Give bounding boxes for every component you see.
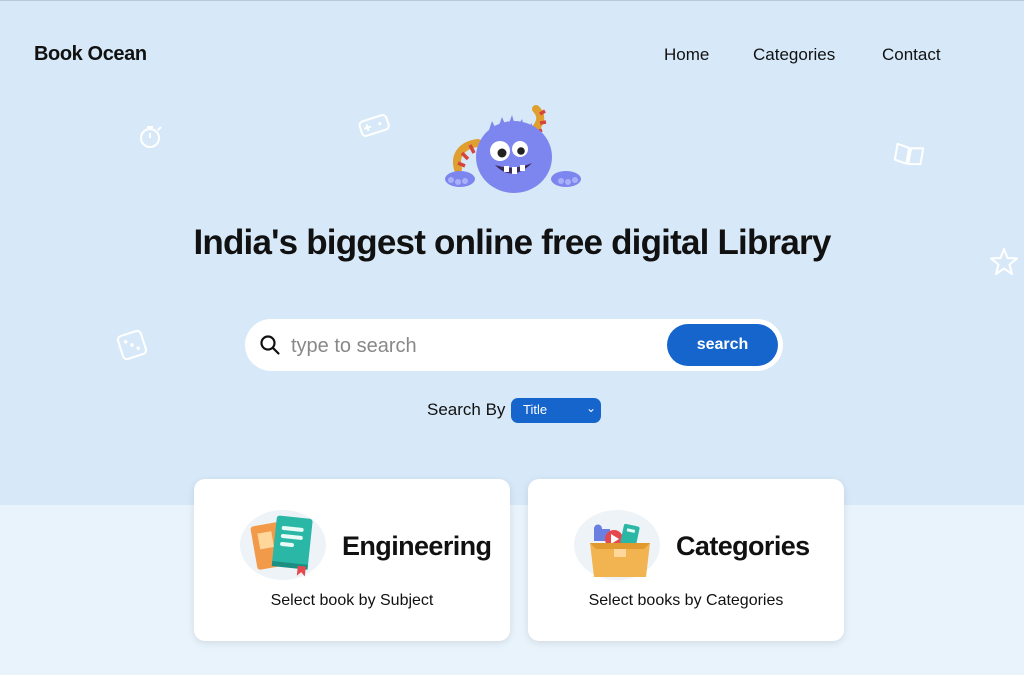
brand-logo[interactable]: Book Ocean: [34, 43, 147, 66]
nav-contact[interactable]: Contact: [882, 45, 941, 65]
gamepad-icon: [358, 114, 390, 137]
search-by-label: Search By: [427, 400, 506, 419]
nav-home[interactable]: Home: [664, 45, 709, 65]
card-engineering[interactable]: Engineering Select book by Subject: [194, 479, 510, 641]
monster-mascot-icon: [445, 105, 581, 193]
search-button[interactable]: search: [667, 324, 778, 366]
books-icon: [250, 515, 313, 577]
stopwatch-icon: [140, 126, 162, 148]
search-bar: search: [245, 319, 783, 371]
card-title: Engineering: [342, 531, 492, 561]
search-input[interactable]: [289, 331, 653, 361]
search-by-selected-value: Title: [523, 402, 548, 417]
card-subtitle: Select books by Categories: [588, 592, 784, 609]
nav-categories[interactable]: Categories: [753, 45, 835, 65]
hero-section: Book Ocean Home Categories Contact India…: [0, 0, 1024, 505]
card-categories[interactable]: Categories Select books by Categories: [528, 479, 844, 641]
search-icon: [260, 335, 280, 355]
page-headline: India's biggest online free digital Libr…: [193, 223, 831, 262]
open-book-icon: [893, 142, 925, 166]
dice-icon: [116, 329, 148, 361]
search-by-select[interactable]: Title ⌄: [511, 398, 601, 423]
card-subtitle: Select book by Subject: [270, 592, 434, 609]
chevron-down-icon: ⌄: [585, 401, 596, 415]
category-box-icon: [590, 523, 650, 577]
card-title: Categories: [676, 531, 810, 561]
